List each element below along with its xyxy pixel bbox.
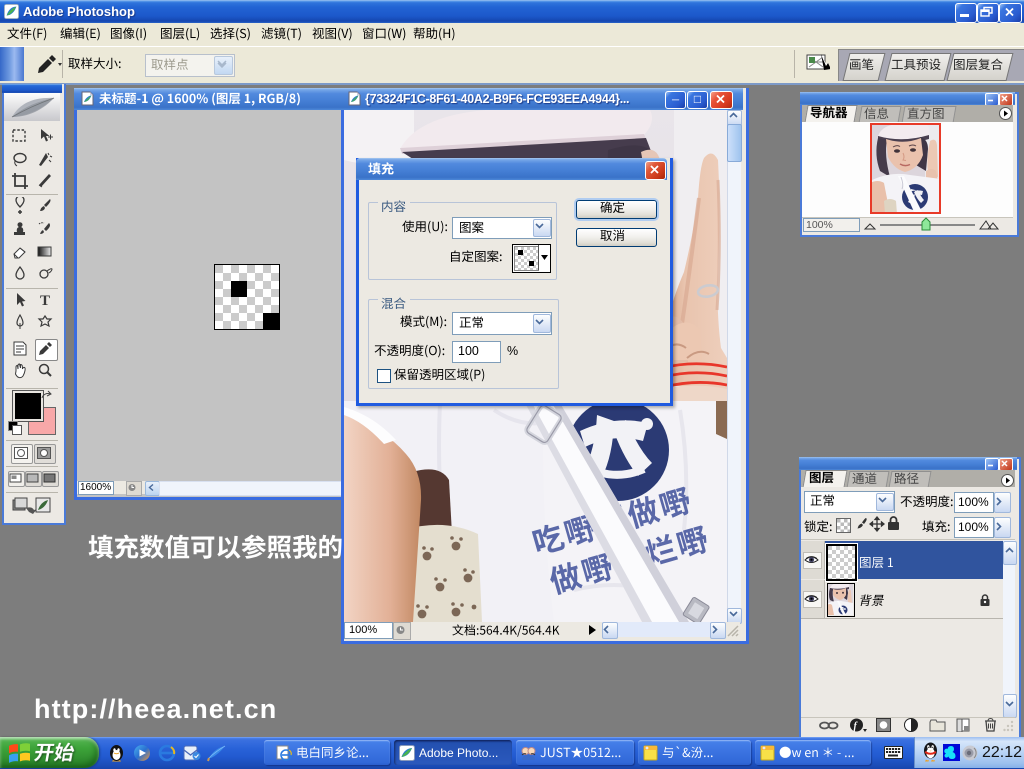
svg-text:T: T: [40, 293, 50, 309]
